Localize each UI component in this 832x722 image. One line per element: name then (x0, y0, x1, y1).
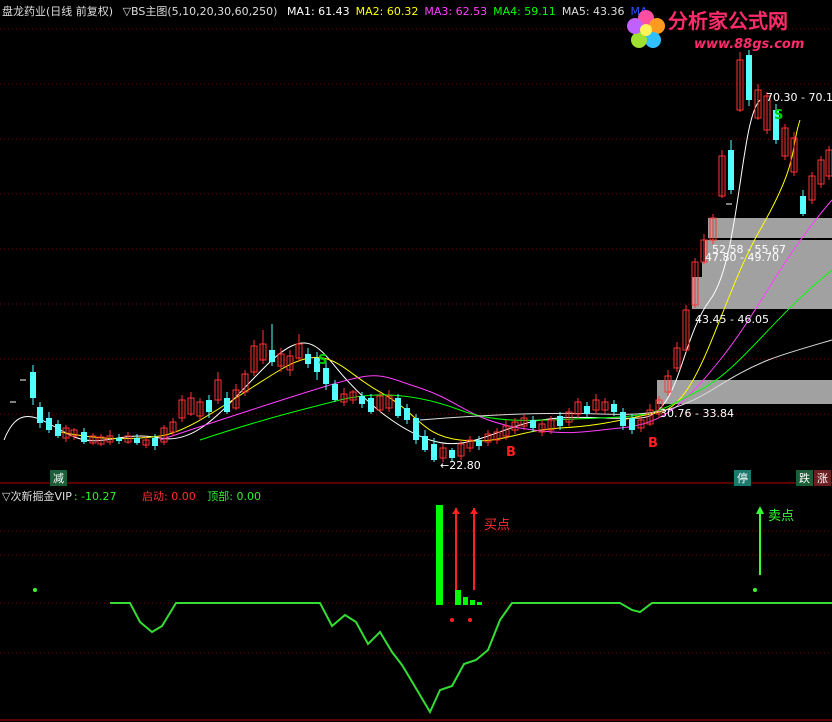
candle-down (449, 450, 455, 458)
signal-dot (450, 618, 454, 622)
candle-down (368, 398, 374, 412)
candle-down (395, 398, 401, 416)
sell-arrowhead (756, 506, 764, 514)
sub-indicator-value: : -10.27 (73, 490, 117, 503)
ma-line-1 (3, 99, 761, 445)
logo-url: www.88gs.com (694, 37, 804, 52)
logo-text: 分析家公式网 (668, 9, 788, 33)
ma-label-5: MA5: 43.36 (561, 5, 625, 18)
candle-down (404, 408, 410, 420)
candle-down (332, 384, 338, 400)
buy-point-label: 买点 (484, 518, 510, 533)
chart-window: { "header": { "title": "盘龙药业(日线 前复权)", "… (0, 0, 832, 722)
candle-down (81, 432, 87, 442)
signal-s: S (774, 108, 783, 123)
signal-bar (477, 602, 482, 605)
ma-label-2: MA2: 60.32 (355, 5, 419, 18)
candle-down (584, 406, 590, 414)
candle-down (116, 438, 122, 441)
signal-b: B (648, 436, 658, 451)
tag-ting: 停 (734, 470, 751, 486)
price-zone (708, 218, 832, 238)
signal-dot (468, 618, 472, 622)
signal-bar (463, 597, 468, 605)
candle-down (800, 196, 806, 214)
indicator-name: ▽BS主图(5,10,20,30,60,250) (122, 5, 278, 18)
ma-label-4: MA4: 59.11 (493, 5, 556, 18)
stock-title: 盘龙药业(日线 前复权) (2, 5, 114, 18)
candle-down (55, 424, 61, 436)
candle-down (431, 444, 437, 460)
candle-down (323, 368, 329, 384)
candle-down (37, 407, 43, 423)
buy-arrowhead (470, 508, 478, 514)
ma-label-3: MA3: 62.53 (424, 5, 488, 18)
signal-bar (470, 600, 475, 605)
chart-header: 盘龙药业(日线 前复权) ▽BS主图(5,10,20,30,60,250) MA… (2, 3, 660, 19)
candle-down (530, 420, 536, 428)
candle-down (46, 418, 52, 430)
candle-down (269, 350, 275, 362)
candle-down (620, 412, 626, 426)
sub-header: ▽次新掘金VIP: -10.27 启动: 0.00 顶部: 0.00 (2, 488, 269, 504)
signal-s: S (318, 353, 327, 368)
candle-down (359, 396, 365, 404)
candle-down (134, 438, 140, 443)
tag-jian: 减 (50, 470, 67, 486)
chart-canvas: 买点卖点 70.30 - 70.152.58 - 55.6747.80 - 49… (0, 28, 832, 721)
candle-down (224, 398, 230, 412)
candle-down (611, 404, 617, 412)
candle-down (728, 150, 734, 190)
signal-dot (33, 588, 37, 592)
price-label: 70.30 - 70.1 (766, 91, 832, 104)
candle-down (206, 400, 212, 412)
candle-down (557, 416, 563, 426)
signal-bar (455, 590, 461, 605)
candle-down (422, 436, 428, 450)
sub-indicator-name: ▽次新掘金VIP (2, 490, 72, 503)
candle-down (413, 418, 419, 440)
price-label: 47.80 - 49.70 (705, 251, 779, 264)
sell-point-label: 卖点 (768, 509, 794, 524)
candle-down (476, 440, 482, 446)
price-label: ←22.80 (440, 459, 481, 472)
top-label: 顶部: 0.00 (207, 490, 261, 503)
candle-down (629, 418, 635, 430)
price-label: 43.45 - 46.05 (695, 313, 769, 326)
ma-label-1: MA1: 61.43 (286, 5, 350, 18)
signal-dot (753, 588, 757, 592)
candle-down (30, 372, 36, 398)
tag-die: 跌 (796, 470, 813, 486)
price-zone (692, 277, 832, 309)
site-logo: 分析家公式网 www.88gs.com (627, 9, 804, 52)
price-label: 30.76 - 33.84 (660, 407, 734, 420)
signal-bar (436, 505, 443, 605)
tag-zhang: 涨 (814, 470, 831, 486)
signal-b: B (506, 445, 516, 460)
buy-arrowhead (452, 508, 460, 514)
start-label: 启动: 0.00 (142, 490, 196, 503)
candle-down (305, 354, 311, 364)
candle-down (152, 438, 158, 446)
price-zone (702, 262, 832, 277)
